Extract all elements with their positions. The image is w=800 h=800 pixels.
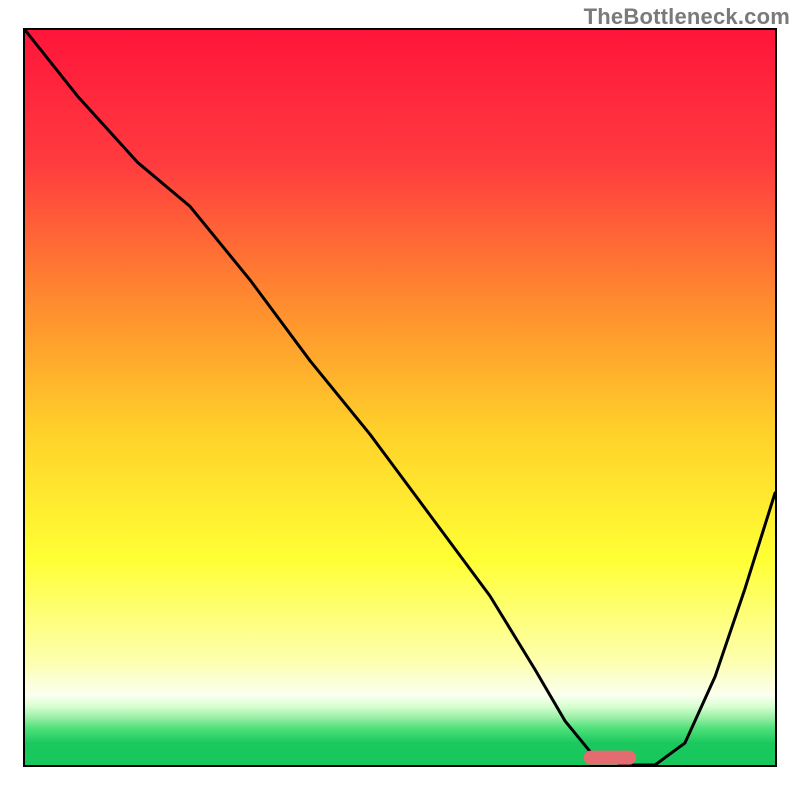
highlight-pill [584,751,637,765]
chart-stage: TheBottleneck.com [0,0,800,800]
chart-svg [0,0,800,800]
watermark-text: TheBottleneck.com [584,4,790,30]
gradient-background [25,30,775,765]
